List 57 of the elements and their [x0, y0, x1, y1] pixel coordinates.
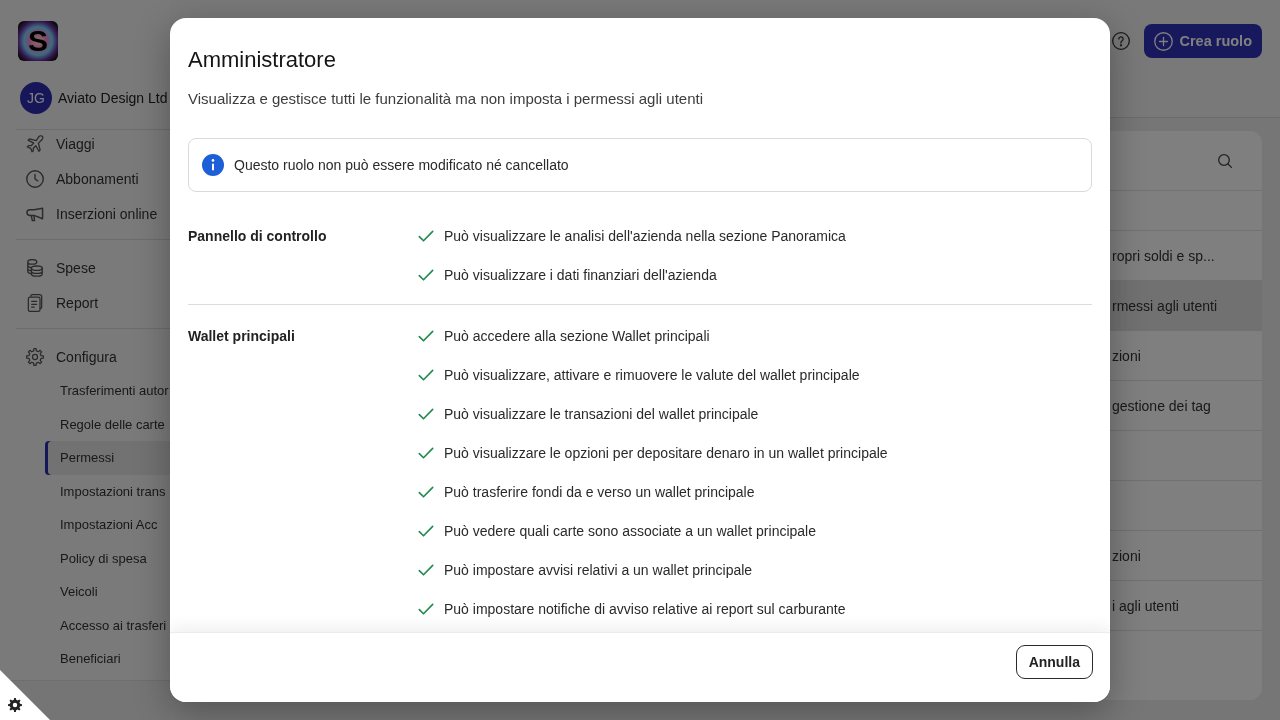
nav-item[interactable]: Spese [0, 254, 170, 282]
cancel-button[interactable]: Annulla [1015, 645, 1093, 679]
document-icon [26, 294, 44, 312]
megaphone-icon [26, 205, 44, 223]
nav-subitem[interactable]: Veicoli [45, 575, 170, 609]
check-icon [418, 445, 434, 461]
nav-subitem[interactable]: Impostazioni Acc [45, 508, 170, 542]
permission-text: Può vedere quali carte sono associate a un wallet principale [444, 523, 816, 539]
permission-text: Può visualizzare le opzioni per depositare denaro in un wallet principale [444, 445, 888, 461]
settings-icon[interactable] [8, 698, 22, 712]
avatar: JG [20, 82, 52, 114]
coin-stack-icon [26, 259, 44, 277]
permission-text: Può visualizzare le analisi dell'azienda nella sezione Panoramica [444, 228, 846, 244]
nav-subitem[interactable]: Trasferimenti autor [45, 374, 170, 408]
check-icon [418, 328, 434, 344]
app-logo: S [18, 21, 58, 61]
dialog-title: Amministratore [188, 46, 337, 74]
nav-subitem[interactable]: Policy di spesa [45, 541, 170, 575]
check-icon [418, 228, 434, 244]
nav-item[interactable]: Report [0, 289, 170, 317]
plus-circle-icon [1154, 31, 1174, 51]
help-icon[interactable] [1112, 32, 1131, 50]
nav-subitem[interactable]: Accesso ai trasferi [45, 608, 170, 642]
permission-text: Può visualizzare le transazioni del wallet principale [444, 406, 759, 422]
check-icon [418, 484, 434, 500]
nav-subitem[interactable]: Permessi [45, 441, 170, 475]
section-title: Wallet principali [188, 327, 296, 346]
nav-subitem[interactable]: Impostazioni trans [45, 474, 170, 508]
nav-item[interactable]: Abbonamenti [0, 165, 170, 193]
check-icon [418, 523, 434, 539]
clock-icon [26, 170, 44, 188]
create-role-button[interactable]: Crea ruolo [1144, 24, 1262, 58]
check-icon [418, 367, 434, 383]
nav-subitem[interactable]: Regole delle carte [45, 407, 170, 441]
permission-text: Può visualizzare, attivare e rimuovere le valute del wallet principale [444, 367, 860, 383]
nav-subitem[interactable]: Beneficiari [45, 642, 170, 676]
check-icon [418, 562, 434, 578]
search-icon[interactable] [1218, 153, 1232, 168]
nav-item[interactable]: Inserzioni online [0, 200, 170, 228]
permission-text: Può impostare avvisi relativi a un wallet principale [444, 562, 753, 578]
permission-text: Può accedere alla sezione Wallet principali [444, 328, 710, 344]
gear-icon [26, 348, 44, 366]
notice-text: Questo ruolo non può essere modificato né cancellato [234, 157, 569, 173]
airplane-icon [26, 135, 44, 153]
nav-item[interactable]: Viaggi [0, 130, 170, 158]
permission-text: Può trasferire fondi da e verso un wallet principale [444, 484, 755, 500]
permission-text: Può visualizzare i dati finanziari dell'azienda [444, 267, 717, 283]
info-icon [202, 154, 224, 176]
nav-item[interactable]: Configura [0, 343, 170, 371]
dialog-description: Visualizza e gestisce tutti le funzionalità ma non imposta i permessi agli utenti [188, 89, 704, 109]
account-name: Aviato Design Ltd [58, 90, 168, 106]
check-icon [418, 601, 434, 617]
role-row[interactable]: rmessi agli utenti [1110, 281, 1262, 331]
check-icon [418, 406, 434, 422]
check-icon [418, 267, 434, 283]
section-title: Pannello di controllo [188, 227, 328, 246]
permission-text: Può impostare notifiche di avviso relative ai report sul carburante [444, 601, 846, 617]
